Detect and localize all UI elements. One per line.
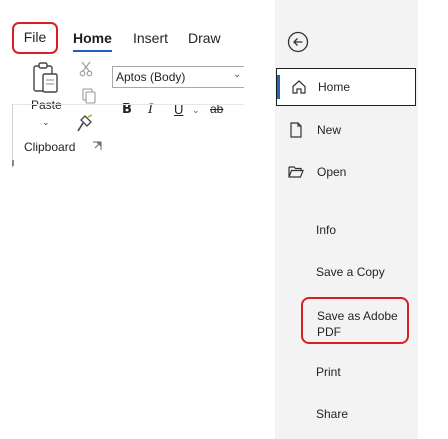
format-painter-icon[interactable] — [74, 114, 94, 134]
nav-print[interactable]: Print — [275, 357, 418, 387]
font-name-combobox[interactable]: Aptos (Body) — [112, 66, 244, 88]
nav-share[interactable]: Share — [275, 399, 418, 429]
nav-save-a-copy-label: Save a Copy — [316, 265, 385, 279]
nav-print-label: Print — [316, 365, 341, 379]
nav-home-accent — [277, 75, 280, 99]
nav-info[interactable]: Info — [275, 215, 418, 245]
nav-new-label: New — [317, 123, 342, 137]
cut-icon[interactable] — [79, 61, 93, 77]
ribbon-bottom-divider — [12, 104, 244, 105]
new-document-icon — [290, 122, 302, 138]
home-icon — [292, 80, 306, 94]
nav-info-label: Info — [316, 223, 337, 237]
dialog-launcher-icon[interactable] — [92, 141, 102, 151]
clipboard-group: Paste ⌄ Aptos (Body) ⌄ B I U ⌄ ab Clipbo… — [14, 56, 244, 166]
nav-open-label: Open — [317, 165, 347, 179]
tab-home[interactable]: Home — [73, 22, 112, 54]
file-backstage-nav: Home New Open Info Save a Copy Save as A… — [275, 0, 418, 439]
nav-new[interactable]: New — [275, 114, 418, 146]
nav-home[interactable]: Home — [276, 68, 416, 106]
nav-save-as-adobe-pdf[interactable]: Save as Adobe PDF — [301, 297, 409, 344]
clipboard-group-label: Clipboard — [24, 140, 76, 154]
copy-icon[interactable] — [82, 88, 96, 104]
nav-save-as-adobe-pdf-label: Save as Adobe PDF — [317, 309, 398, 339]
nav-home-label: Home — [318, 80, 351, 94]
tab-draw[interactable]: Draw — [188, 22, 221, 54]
paste-button[interactable]: Paste — [31, 98, 62, 112]
ribbon-left-mark — [12, 160, 14, 166]
tab-insert[interactable]: Insert — [133, 22, 168, 54]
underline-chevron-down-icon[interactable]: ⌄ — [192, 105, 200, 116]
folder-open-icon — [288, 166, 304, 178]
tab-file[interactable]: File — [12, 22, 58, 54]
font-chevron-down-icon[interactable]: ⌄ — [233, 69, 241, 80]
ribbon-left-divider — [12, 104, 13, 168]
nav-share-label: Share — [316, 407, 349, 421]
nav-open[interactable]: Open — [275, 156, 418, 188]
paste-chevron-down-icon[interactable]: ⌄ — [42, 117, 50, 128]
paste-icon[interactable] — [32, 61, 62, 95]
nav-save-a-copy[interactable]: Save a Copy — [275, 257, 418, 287]
back-arrow-icon[interactable] — [287, 31, 309, 53]
ribbon-tabs: File Home Insert Draw — [12, 22, 244, 54]
ribbon: File Home Insert Draw Paste ⌄ Aptos (Bod… — [0, 0, 244, 175]
